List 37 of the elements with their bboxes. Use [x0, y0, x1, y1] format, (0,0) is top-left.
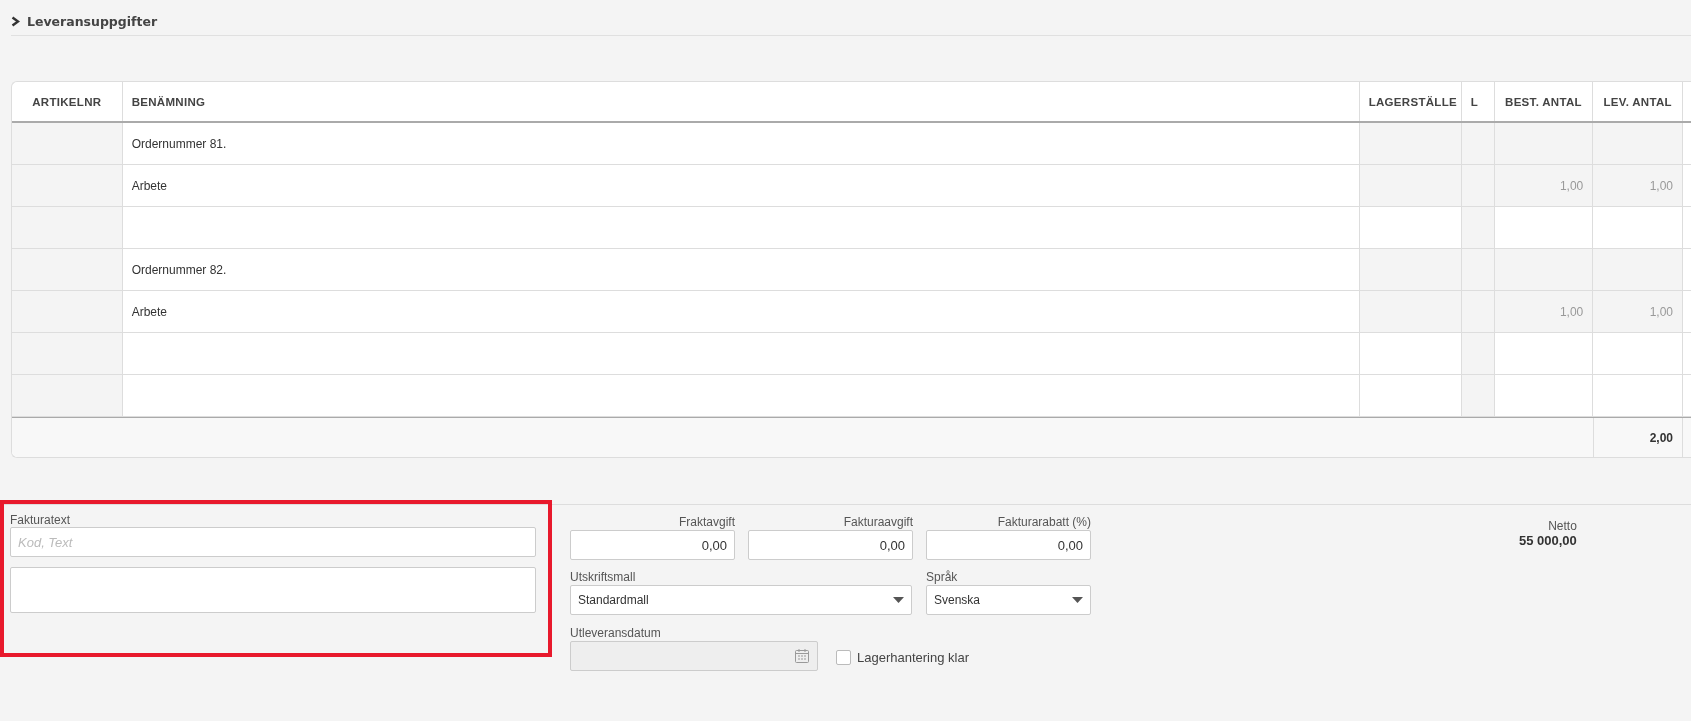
table-cell: Arbete: [122, 291, 1360, 332]
amount-field[interactable]: 0,00: [926, 530, 1091, 560]
table-cell: Ordernummer 81.: [122, 123, 1360, 164]
caret-icon: [1072, 597, 1083, 603]
template-dropdown[interactable]: Standardmall: [570, 585, 912, 615]
table-cell: 1,00: [1494, 291, 1594, 332]
amount-field[interactable]: 0,00: [748, 530, 913, 560]
column-header[interactable]: ARTIKELNR: [12, 82, 123, 121]
table-cell: 1,00: [1494, 165, 1594, 206]
net-label: Netto: [1548, 519, 1577, 533]
amount-field[interactable]: 0,00: [570, 530, 735, 560]
field-label: Fakturatext: [10, 513, 72, 527]
column-header[interactable]: BENÄMNING: [122, 82, 1360, 121]
table-cell: 1,00: [1593, 165, 1683, 206]
net-amount: 55 000,00: [1519, 533, 1577, 548]
text-area[interactable]: [10, 567, 536, 613]
field-label: Utleveransdatum: [570, 626, 662, 640]
total-cell: 2,00: [1593, 418, 1683, 457]
column-header[interactable]: L: [1461, 82, 1495, 121]
field-label: Fakturaavgift: [843, 515, 913, 529]
field-label: Utskriftsmall: [570, 570, 637, 584]
chevron-icon[interactable]: [11, 16, 20, 27]
table-cell: Arbete: [122, 165, 1360, 206]
field-label: Fakturarabatt (%): [997, 515, 1091, 529]
section-title[interactable]: Leveransuppgifter: [27, 14, 158, 29]
column-header[interactable]: BEST. ANTAL: [1494, 82, 1594, 121]
field-label: Språk: [926, 570, 959, 584]
checkbox-label: Lagerhantering klar: [857, 650, 970, 665]
checkbox[interactable]: [836, 650, 851, 665]
language-dropdown[interactable]: Svenska: [926, 585, 1091, 615]
invoice-text-field[interactable]: Kod, Text: [10, 527, 536, 557]
caret-icon: [893, 597, 904, 603]
field-label: Fraktavgift: [679, 515, 735, 529]
column-header[interactable]: LEV. ANTAL: [1593, 82, 1683, 121]
column-header[interactable]: LAGERSTÄLLE: [1359, 82, 1462, 121]
table-cell: Ordernummer 82.: [122, 249, 1360, 290]
table-cell: 1,00: [1593, 291, 1683, 332]
